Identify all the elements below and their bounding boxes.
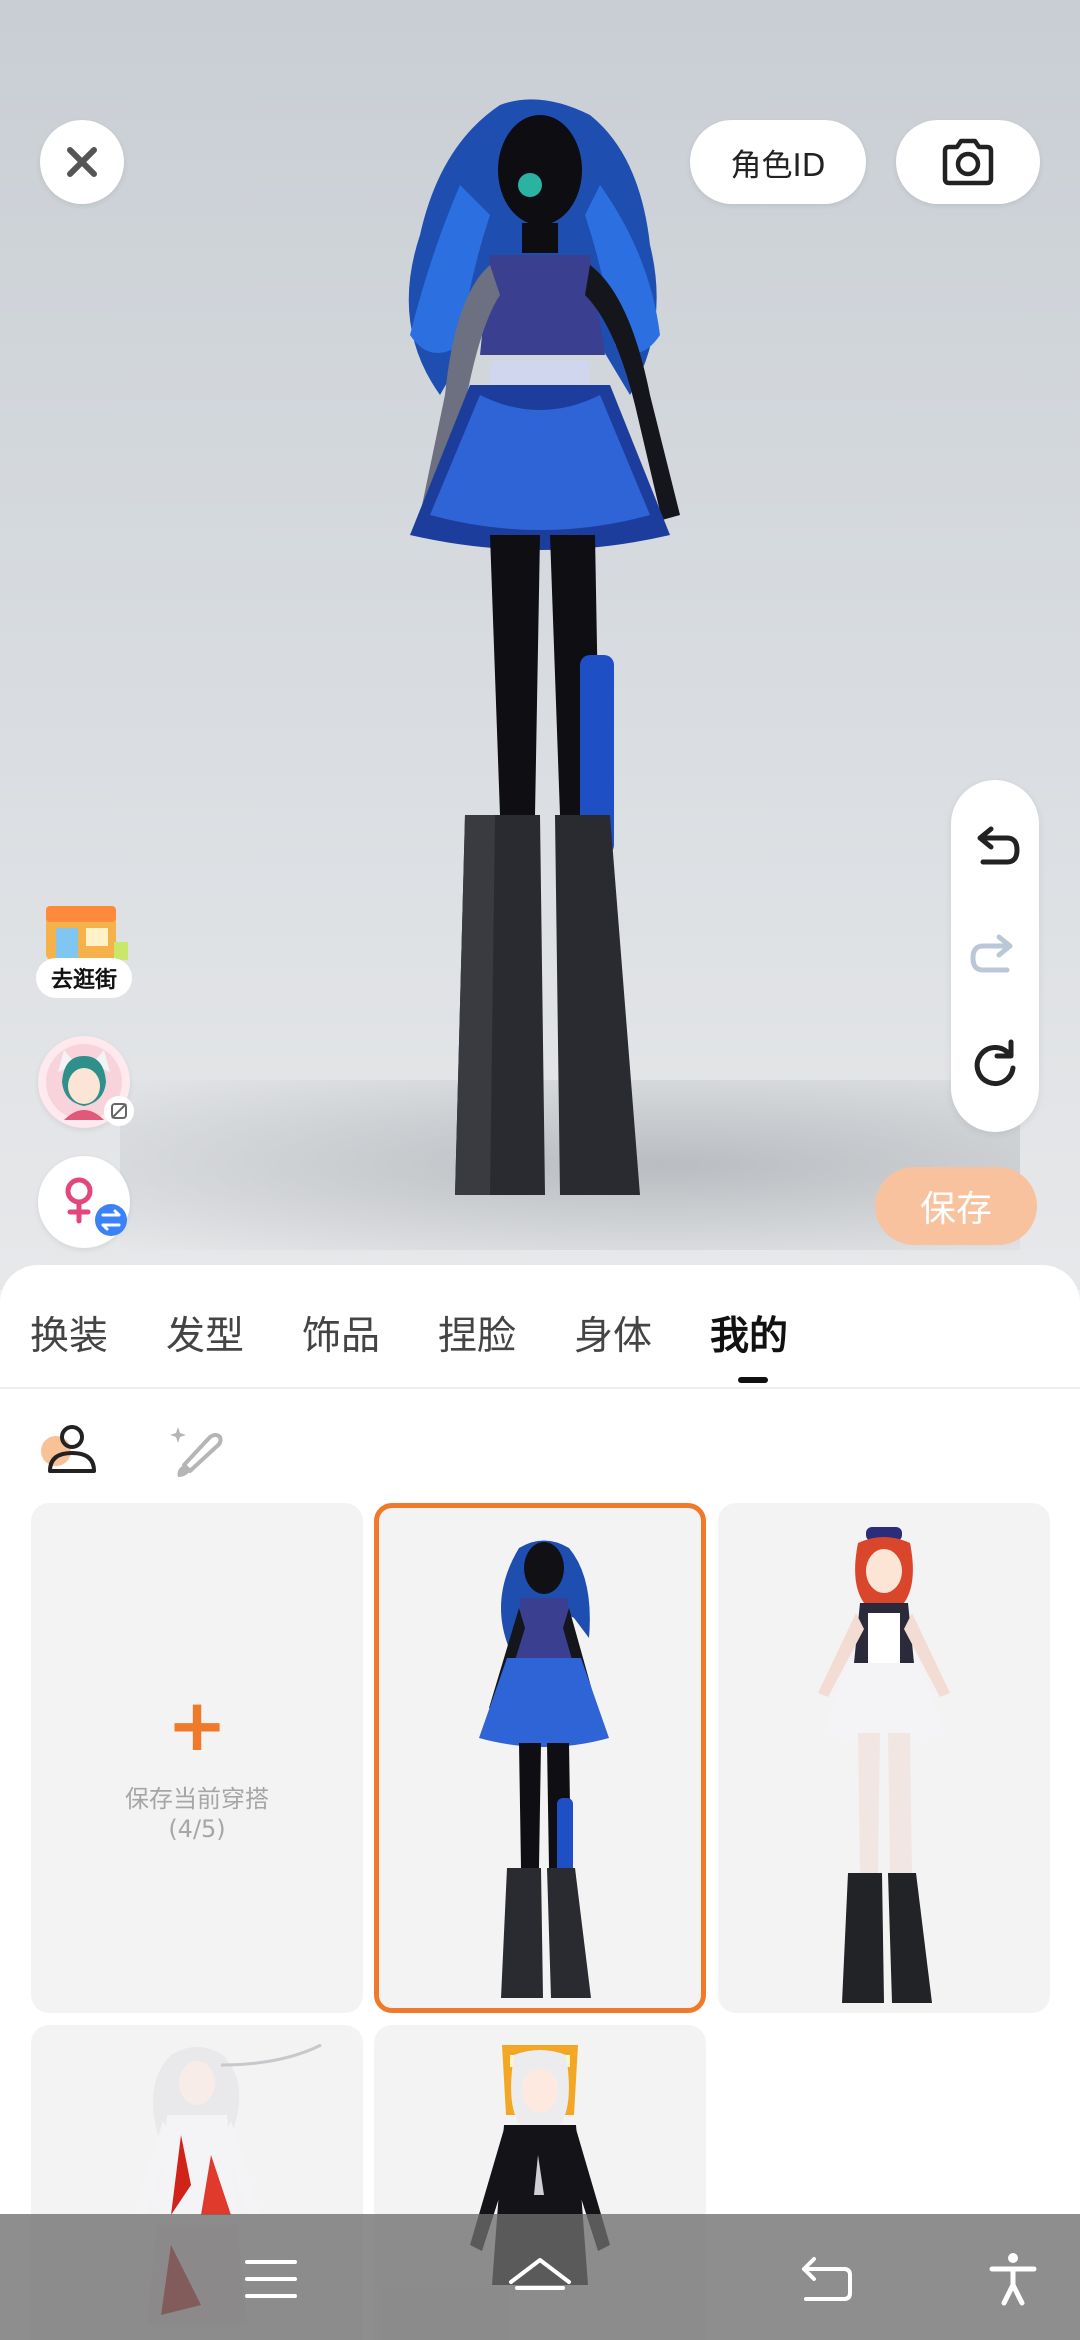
tab-outfit[interactable]: 换装 [30, 1305, 108, 1361]
camera-icon [942, 138, 994, 186]
tab-face[interactable]: 捏脸 [438, 1305, 516, 1361]
person-icon [41, 1425, 96, 1473]
redo-icon [970, 934, 1013, 973]
outfit-card-2[interactable] [718, 1503, 1050, 2013]
close-icon [67, 147, 97, 177]
tabs-divider [0, 1387, 1080, 1389]
outfit-thumbnail [479, 1540, 609, 1998]
female-swap-icon [65, 1177, 127, 1236]
edit-history-toolbar [951, 780, 1039, 1132]
home-button[interactable] [505, 2244, 575, 2314]
redo-button[interactable] [965, 926, 1025, 986]
reset-button[interactable] [965, 1034, 1025, 1094]
go-shopping-button[interactable]: 去逛街 [36, 898, 132, 1008]
undo-icon [977, 826, 1020, 865]
tab-hairstyle[interactable]: 发型 [166, 1305, 244, 1361]
menu-icon [245, 2260, 297, 2298]
home-icon [509, 2258, 571, 2290]
accessibility-button[interactable] [978, 2244, 1048, 2314]
tab-mine[interactable]: 我的 [710, 1305, 788, 1361]
role-id-label: 角色ID [730, 147, 826, 184]
outfit-count: (4/5) [168, 1815, 226, 1843]
avatar-button[interactable] [38, 1036, 134, 1128]
camera-button[interactable] [896, 120, 1040, 204]
avatar-stage[interactable]: 角色ID 保存 去逛街 [0, 0, 1080, 1290]
save-current-outfit-label: 保存当前穿搭 [125, 1785, 269, 1813]
magic-brush-icon [170, 1427, 223, 1477]
active-tab-indicator [738, 1377, 768, 1383]
avatar-3d-model[interactable] [350, 95, 730, 1205]
reset-icon [974, 1039, 1016, 1086]
save-button[interactable]: 保存 [875, 1167, 1037, 1245]
save-current-outfit-card[interactable]: + 保存当前穿搭 (4/5) [31, 1503, 363, 2013]
sub-tabs [0, 1405, 1080, 1505]
subtab-creations[interactable] [162, 1415, 228, 1481]
role-id-button[interactable]: 角色ID [690, 120, 866, 204]
tab-accessories[interactable]: 饰品 [302, 1305, 380, 1361]
back-icon [802, 2257, 852, 2301]
back-button[interactable] [790, 2244, 860, 2314]
category-tabs: 换装 发型 饰品 捏脸 身体 我的 [0, 1265, 1080, 1385]
undo-button[interactable] [965, 818, 1025, 878]
wardrobe-panel: 换装 发型 饰品 捏脸 身体 我的 + 保存当前穿搭 (4/5) [0, 1265, 1080, 2340]
accessibility-icon [989, 2253, 1037, 2306]
go-shopping-label: 去逛街 [36, 958, 132, 998]
gender-switch-button[interactable] [38, 1156, 130, 1248]
outfit-card-1[interactable] [374, 1503, 706, 2013]
menu-button[interactable] [236, 2244, 306, 2314]
outfit-thumbnail [818, 1527, 950, 2003]
system-navigation-bar [0, 2214, 1080, 2340]
hidden-badge [104, 1096, 134, 1126]
tab-body[interactable]: 身体 [574, 1305, 652, 1361]
eye-off-icon [111, 1103, 127, 1119]
subtab-saved-outfits[interactable] [34, 1415, 100, 1481]
close-button[interactable] [40, 120, 124, 204]
plus-icon: + [166, 1683, 228, 1767]
